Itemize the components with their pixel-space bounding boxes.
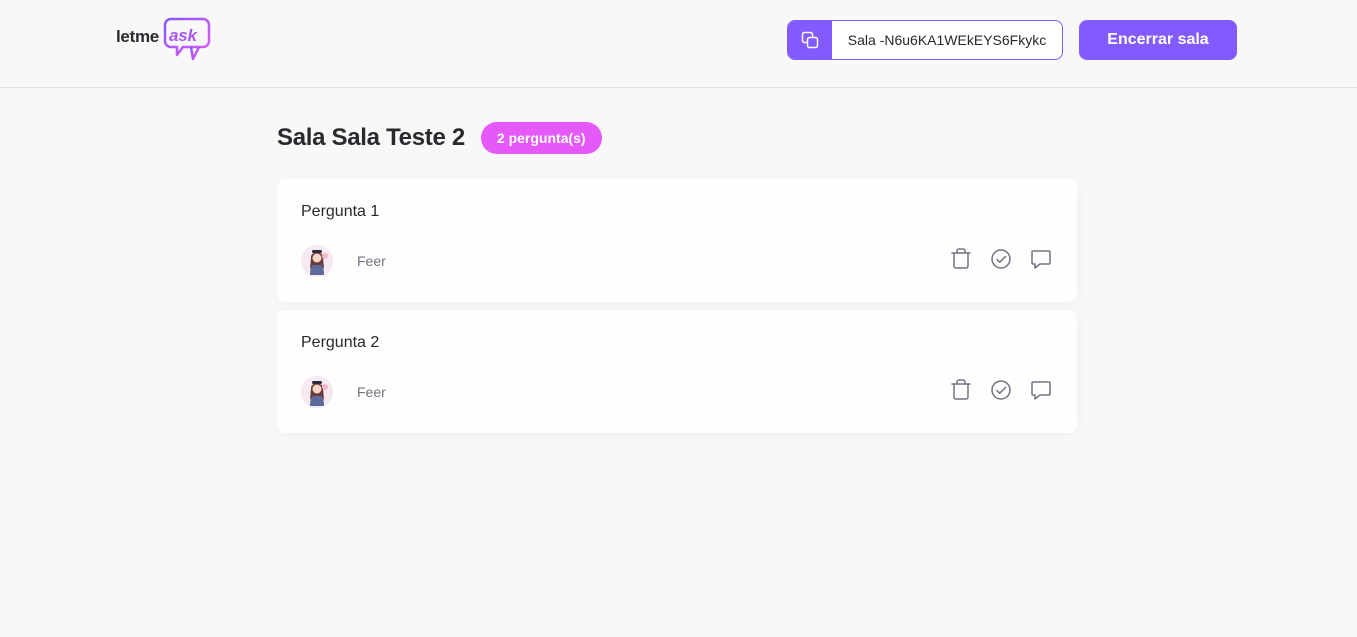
trash-icon	[951, 379, 971, 400]
top-bar: letme ask Sala -N6u6KA1WEkEYS6Fkykc Ence…	[0, 0, 1357, 88]
copy-icon	[801, 31, 819, 49]
room-title: Sala Sala Teste 2	[277, 124, 465, 151]
question-text: Pergunta 1	[301, 203, 380, 220]
check-circle-icon	[991, 249, 1011, 269]
question-card: Pergunta 1 Feer	[277, 179, 1077, 302]
logo-text-prefix: letme	[116, 27, 159, 46]
letmeask-logo[interactable]: letme ask	[116, 17, 212, 65]
question-actions	[949, 378, 1053, 402]
avatar	[301, 376, 333, 408]
avatar	[301, 245, 333, 277]
question-text: Pergunta 2	[301, 334, 380, 351]
mark-answered-button[interactable]	[989, 378, 1013, 402]
check-circle-icon	[991, 380, 1011, 400]
delete-question-button[interactable]	[949, 247, 973, 271]
trash-icon	[951, 248, 971, 269]
mark-answered-button[interactable]	[989, 247, 1013, 271]
question-card: Pergunta 2 Feer	[277, 310, 1077, 433]
close-room-button[interactable]: Encerrar sala	[1079, 20, 1237, 60]
highlight-question-button[interactable]	[1029, 247, 1053, 271]
room-code-button[interactable]: Sala -N6u6KA1WEkEYS6Fkykc	[787, 20, 1063, 60]
question-actions	[949, 247, 1053, 271]
author-name: Feer	[357, 253, 386, 269]
answer-icon	[1031, 381, 1051, 400]
copy-icon-box	[788, 21, 832, 59]
room-code-text: Sala -N6u6KA1WEkEYS6Fkykc	[847, 32, 1047, 48]
author-name: Feer	[357, 384, 386, 400]
highlight-question-button[interactable]	[1029, 378, 1053, 402]
delete-question-button[interactable]	[949, 378, 973, 402]
room-title-row: Sala Sala Teste 2 2 pergunta(s)	[277, 121, 602, 155]
logo-text-suffix: ask	[169, 26, 197, 45]
answer-icon	[1031, 250, 1051, 269]
question-count-badge: 2 pergunta(s)	[480, 122, 602, 154]
